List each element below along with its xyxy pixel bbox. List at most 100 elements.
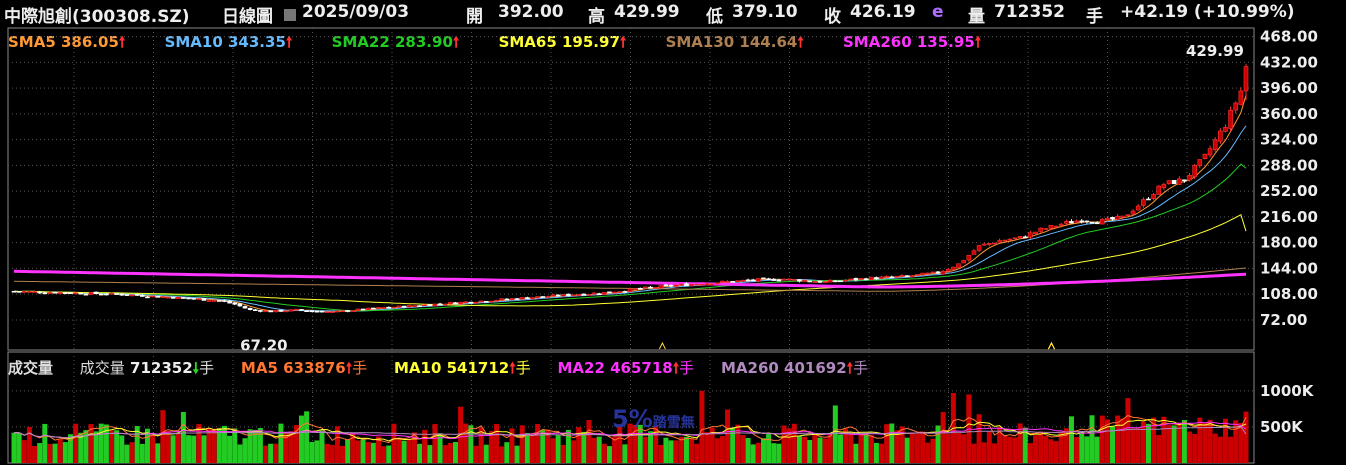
candle-body xyxy=(227,300,232,304)
candle-body xyxy=(186,297,191,300)
volume-bar xyxy=(98,423,104,463)
volume-bar xyxy=(812,433,818,463)
candle-body xyxy=(653,287,658,289)
volume-bar xyxy=(648,431,654,463)
volume-bar xyxy=(73,423,79,463)
volume-bar xyxy=(529,434,535,463)
volume-bar xyxy=(186,435,192,463)
volume-bar xyxy=(1099,415,1105,463)
candle-body xyxy=(1038,227,1043,232)
candle-body xyxy=(437,303,443,306)
candle-body xyxy=(350,310,356,312)
candle-body xyxy=(453,302,458,305)
volume-bar xyxy=(668,440,674,463)
candle-body xyxy=(1197,159,1203,166)
volume-bar xyxy=(858,434,864,463)
candle-body xyxy=(73,292,78,295)
price-volume-chart[interactable]: 468.00 432.00 396.00 360.00 324.00 288.00 252.… xyxy=(0,0,1346,465)
candle-body xyxy=(263,310,268,313)
volume-bar xyxy=(1243,411,1249,463)
candle-body xyxy=(145,296,150,299)
volume-bar xyxy=(273,443,279,463)
candle-body xyxy=(78,292,84,295)
volume-bar xyxy=(463,423,469,463)
candle-body xyxy=(699,284,705,286)
volume-bar xyxy=(956,432,962,463)
candle-body xyxy=(961,260,966,264)
candle-body xyxy=(196,298,202,301)
watermark-logo: 5%踏雪無 xyxy=(612,405,695,433)
volume-bar xyxy=(848,432,854,463)
candle-body xyxy=(627,288,633,292)
candle-body xyxy=(1176,178,1182,185)
volume-bar xyxy=(26,426,32,463)
volume-unit: 手 xyxy=(679,359,695,377)
volume-bar xyxy=(940,411,946,463)
volume-bar xyxy=(827,433,833,463)
candle-body xyxy=(622,291,628,293)
candle-body xyxy=(442,303,448,306)
candle-body xyxy=(1099,219,1105,225)
candle-body xyxy=(473,301,479,304)
candle-body xyxy=(525,297,530,299)
candle-body xyxy=(581,293,587,296)
volume-bar xyxy=(802,436,808,463)
candle-body xyxy=(920,272,925,276)
candle-body xyxy=(109,292,114,295)
candle-body xyxy=(756,278,761,282)
candle-body xyxy=(679,283,684,286)
volume-bar xyxy=(889,423,895,463)
candle-body xyxy=(910,275,915,278)
candle-body xyxy=(1084,220,1090,223)
candle-body xyxy=(1187,175,1192,181)
volume-bar xyxy=(191,435,197,463)
volume-bar xyxy=(396,437,402,463)
candle-body xyxy=(571,294,576,297)
candle-body xyxy=(242,306,248,309)
candle-body xyxy=(720,280,725,283)
candle-body xyxy=(791,279,797,281)
candle-body xyxy=(1166,180,1172,184)
volume-bar xyxy=(1202,422,1208,463)
volume-bar xyxy=(452,441,458,463)
candle-body xyxy=(976,245,982,251)
watermark-sub: 踏雪無 xyxy=(652,415,695,431)
candle-body xyxy=(165,296,171,299)
candle-body xyxy=(427,304,433,307)
candle-body xyxy=(889,276,895,279)
volume-bar xyxy=(601,443,607,463)
volume-bar xyxy=(129,442,135,463)
volume-bar xyxy=(201,435,207,463)
candle-body xyxy=(904,275,910,278)
candle-body xyxy=(124,294,130,296)
volume-bar xyxy=(1135,428,1141,463)
volume-bar xyxy=(1068,416,1074,463)
volume-bar xyxy=(725,409,731,463)
volume-bar xyxy=(37,443,43,463)
candle-body xyxy=(268,310,273,313)
candle-body xyxy=(1043,228,1049,230)
candle-body xyxy=(535,296,540,299)
candle-body xyxy=(519,297,525,300)
candle-body xyxy=(1161,184,1167,188)
volume-bar xyxy=(971,443,977,463)
volume-bar xyxy=(155,443,161,463)
legend-vol-ma10: MA10 541712🠕手 xyxy=(394,359,531,377)
candle-body xyxy=(745,279,751,282)
candle-body xyxy=(560,294,566,297)
volume-bar xyxy=(180,411,186,463)
candle-body xyxy=(412,305,417,308)
volume-bar xyxy=(560,444,566,463)
candle-body xyxy=(689,283,694,287)
volume-bar xyxy=(47,443,53,463)
candle-body xyxy=(134,294,140,296)
volume-bar xyxy=(555,435,561,463)
candle-body xyxy=(288,309,294,312)
volume-bar xyxy=(976,414,982,463)
volume-bar xyxy=(884,424,890,463)
candle-body xyxy=(868,276,874,280)
volume-bar xyxy=(920,431,926,463)
candle-body xyxy=(355,308,361,311)
candle-body xyxy=(797,279,802,282)
volume-bar xyxy=(694,443,700,463)
